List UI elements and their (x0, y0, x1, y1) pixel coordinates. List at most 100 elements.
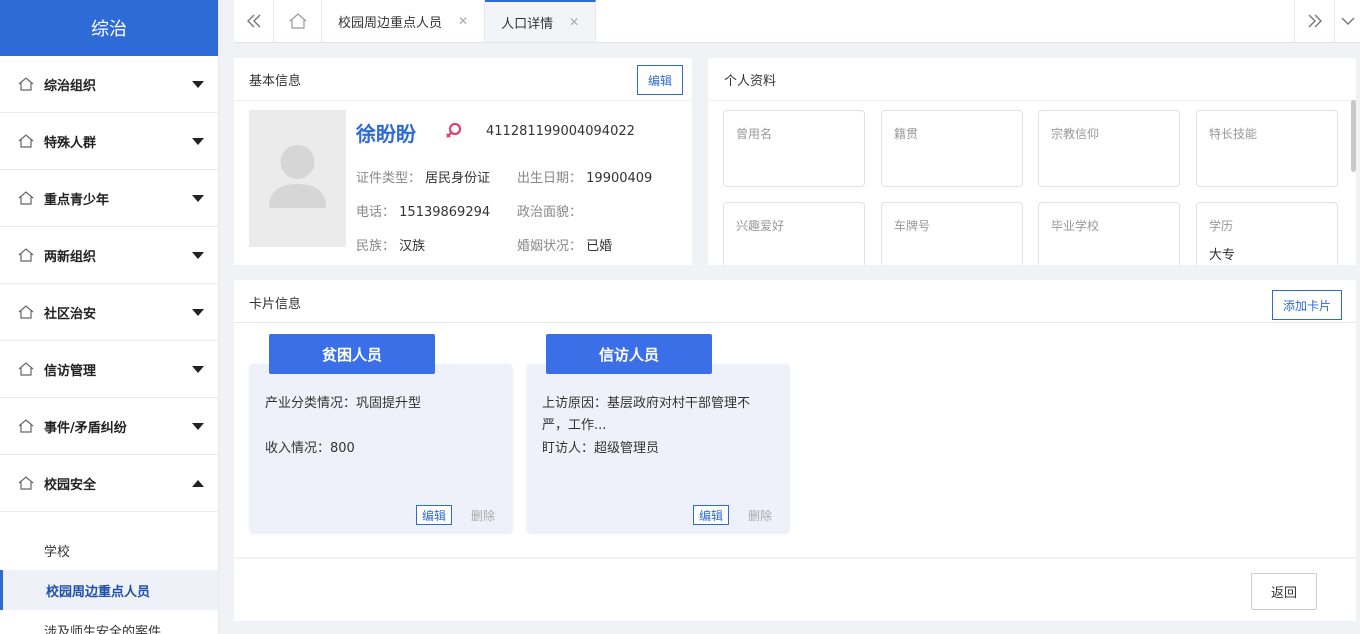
field-value: 已婚 (586, 239, 613, 254)
chevron-down-icon (192, 194, 204, 202)
field-phone: 电话： 15139869294 (356, 201, 490, 220)
chevron-down-icon (192, 365, 204, 373)
chevron-down-icon (192, 422, 204, 430)
footer-bar: 返回 (234, 559, 1356, 621)
card-info-panel: 卡片信息 添加卡片 产业分类情况：巩固提升型 收入情况：800 编辑 删除 贫困… (234, 280, 1356, 557)
field-political: 政治面貌： (517, 201, 582, 220)
profile-card-plate: 车牌号 (881, 202, 1023, 265)
tab-spacer (596, 0, 1294, 42)
chevron-down-icon (192, 251, 204, 259)
card-line: 上访原因：基层政府对村干部管理不 (542, 396, 751, 411)
avatar (249, 110, 346, 247)
edit-card-button[interactable]: 编辑 (416, 505, 452, 525)
field-value: 居民身份证 (425, 171, 491, 186)
home-icon (18, 305, 34, 319)
scrollbar-thumb[interactable] (1351, 100, 1356, 172)
sidebar-item-label: 重点青少年 (44, 192, 110, 208)
edit-card-button[interactable]: 编辑 (693, 505, 729, 525)
sub-spacer (0, 512, 218, 530)
profile-card-label: 籍贯 (894, 127, 919, 141)
sidebar-subitem-campus-key-persons[interactable]: 校园周边重点人员 (0, 570, 218, 610)
home-icon (18, 476, 34, 490)
tab-bar: 校园周边重点人员 ✕ 人口详情 ✕ (234, 0, 1360, 43)
card-title-poverty: 贫困人员 (269, 334, 435, 374)
profile-card-label: 特长技能 (1209, 127, 1258, 141)
sidebar-subitem-school[interactable]: 学校 (0, 530, 218, 570)
profile-card-label: 宗教信仰 (1051, 127, 1100, 141)
field-label: 电话： (356, 205, 396, 220)
chevron-up-icon (192, 479, 204, 487)
profile-card-label: 毕业学校 (1051, 219, 1100, 233)
add-card-button[interactable]: 添加卡片 (1272, 290, 1342, 320)
profile-card-native-place: 籍贯 (881, 110, 1023, 187)
sidebar-item-campus-safety[interactable]: 校园安全 (0, 455, 218, 512)
female-icon (446, 122, 462, 138)
tab-population-detail[interactable]: 人口详情 ✕ (485, 0, 597, 42)
sidebar-item-label: 信访管理 (44, 363, 97, 379)
home-icon (289, 13, 306, 29)
sidebar-item-label: 特殊人群 (44, 135, 97, 151)
scroll-right-button[interactable] (1294, 0, 1334, 42)
tab-label: 校园周边重点人员 (338, 15, 443, 31)
delete-card-button[interactable]: 删除 (471, 507, 495, 524)
edit-basic-info-button[interactable]: 编辑 (637, 65, 683, 95)
tab-menu-button[interactable] (1334, 0, 1360, 42)
field-label: 婚姻状况： (517, 239, 583, 254)
info-card-petition: 上访原因：基层政府对村干部管理不 严，工作... 盯访人：超级管理员 编辑 删除 (527, 364, 789, 532)
field-label: 民族： (356, 239, 396, 254)
panel-title: 个人资料 (724, 74, 777, 89)
double-chevron-left-icon (246, 14, 260, 28)
sidebar-item-disputes[interactable]: 事件/矛盾纠纷 (0, 398, 218, 455)
field-label: 证件类型： (356, 171, 422, 186)
card-line: 严，工作... (542, 418, 607, 433)
sidebar-title: 综治 (0, 0, 218, 56)
profile-card-label: 学历 (1209, 219, 1234, 233)
home-icon (18, 362, 34, 376)
tab-campus-key-persons[interactable]: 校园周边重点人员 ✕ (322, 0, 486, 42)
sidebar-subitem-campus-cases[interactable]: 涉及师生安全的案件 (0, 610, 218, 634)
profile-card-religion: 宗教信仰 (1038, 110, 1180, 187)
field-label: 政治面貌： (517, 205, 583, 220)
profile-card-hobbies: 兴趣爱好 (723, 202, 865, 265)
card-line: 产业分类情况：巩固提升型 (265, 396, 422, 411)
profile-card-label: 曾用名 (736, 127, 773, 141)
profile-card-label: 车牌号 (894, 219, 931, 233)
sidebar-item-label: 校园安全 (44, 477, 97, 493)
sidebar-item-new-orgs[interactable]: 两新组织 (0, 227, 218, 284)
delete-card-button[interactable]: 删除 (748, 507, 772, 524)
user-placeholder-icon (269, 145, 326, 208)
sidebar-item-label: 社区治安 (44, 306, 97, 322)
card-title-petition: 信访人员 (546, 334, 712, 374)
divider (708, 100, 1356, 101)
home-tab-button[interactable] (274, 0, 322, 42)
profile-card-label: 兴趣爱好 (736, 219, 785, 233)
field-marital: 婚姻状况： 已婚 (517, 235, 612, 254)
back-button[interactable]: 返回 (1251, 573, 1317, 610)
id-number: 411281199004094022 (486, 124, 635, 139)
sidebar-item-zongzhi-org[interactable]: 综治组织 (0, 56, 218, 113)
close-icon[interactable]: ✕ (569, 15, 579, 29)
divider (234, 322, 1356, 323)
profile-card-education: 学历 大专 (1196, 202, 1338, 265)
profile-card-value: 大专 (1209, 248, 1236, 263)
card-line: 盯访人：超级管理员 (542, 441, 660, 456)
sidebar-item-community-security[interactable]: 社区治安 (0, 284, 218, 341)
sidebar: 综治 综治组织 特殊人群 重点青少年 两新组织 社区治安 信访管理 事件/矛盾纠… (0, 0, 219, 634)
home-icon (18, 248, 34, 262)
sidebar-item-petition[interactable]: 信访管理 (0, 341, 218, 398)
divider (234, 100, 692, 101)
chevron-down-icon (192, 308, 204, 316)
profile-card-skills: 特长技能 (1196, 110, 1338, 187)
close-icon[interactable]: ✕ (458, 14, 468, 28)
sidebar-item-special-groups[interactable]: 特殊人群 (0, 113, 218, 170)
home-icon (18, 134, 34, 148)
basic-info-panel: 基本信息 编辑 徐盼盼 411281199004094022 证件类型： 居民身… (234, 58, 692, 265)
double-chevron-right-icon (1308, 14, 1322, 28)
home-icon (18, 419, 34, 433)
profile-card-alias: 曾用名 (723, 110, 865, 187)
card-line: 收入情况：800 (265, 441, 355, 456)
scroll-left-button[interactable] (234, 0, 274, 42)
tab-label: 人口详情 (501, 16, 554, 32)
sidebar-item-youth[interactable]: 重点青少年 (0, 170, 218, 227)
field-birth-date: 出生日期： 19900409 (517, 167, 652, 186)
